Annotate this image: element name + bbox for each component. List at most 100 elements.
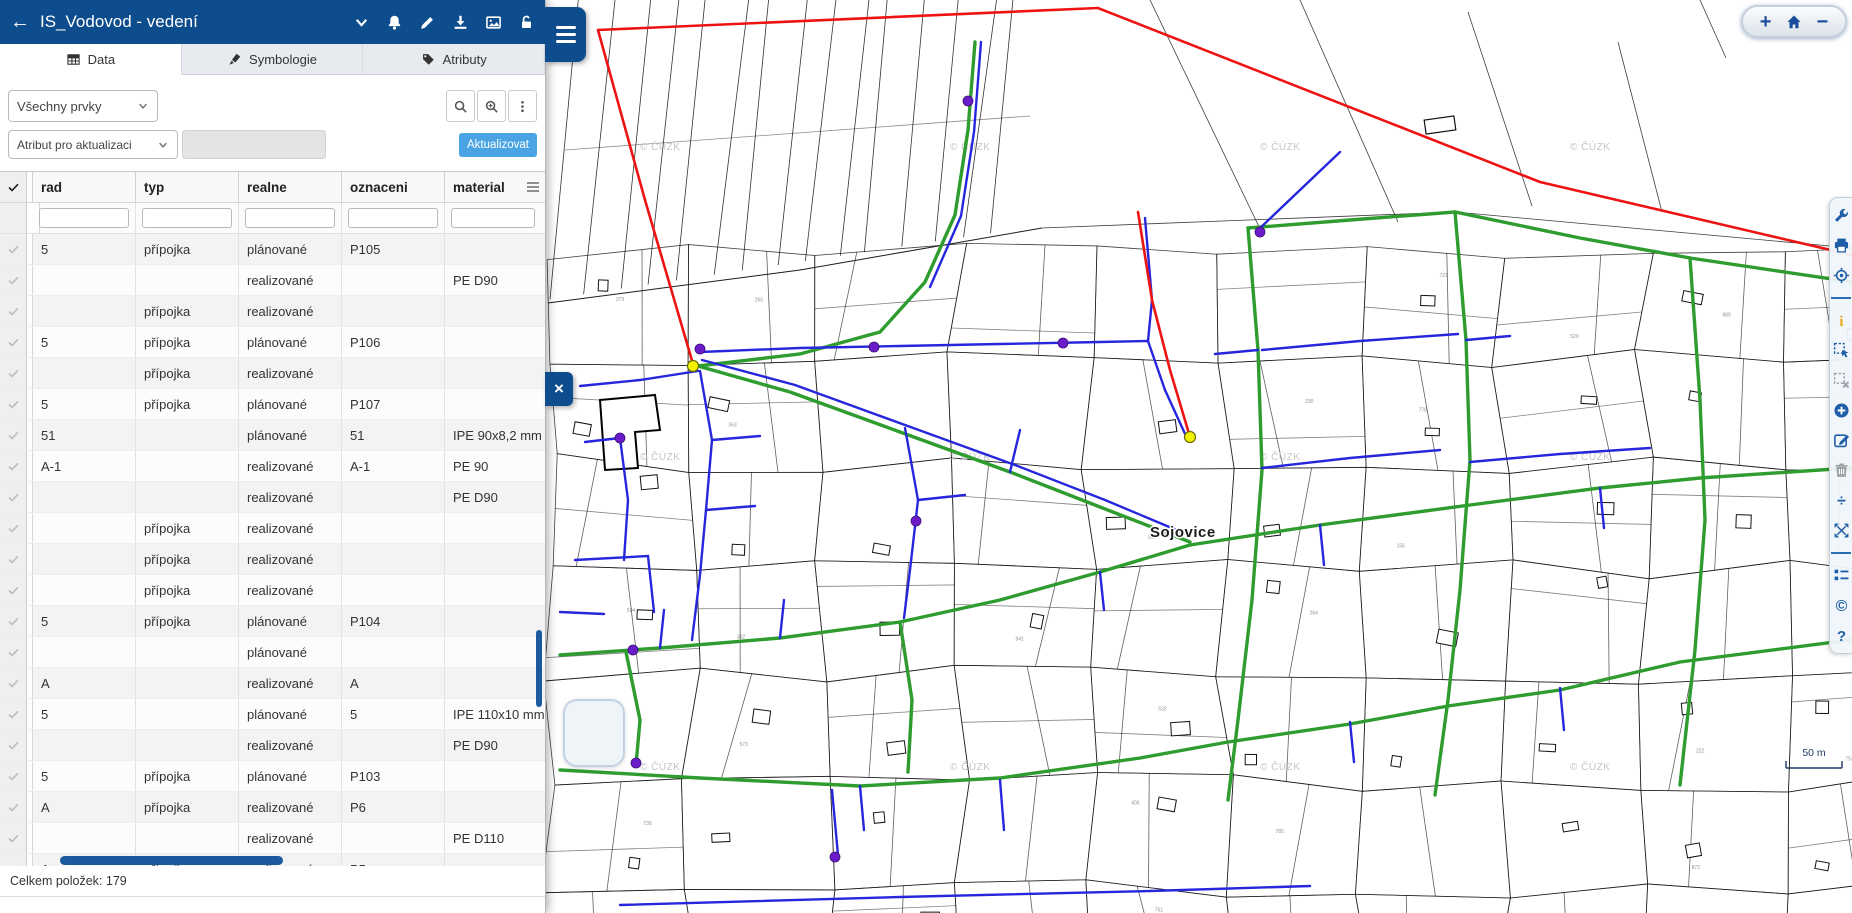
cell-oznaceni[interactable] [342, 358, 445, 388]
cell-material[interactable] [445, 792, 546, 822]
cell-realne[interactable]: realizované [239, 451, 342, 481]
download-icon[interactable] [452, 14, 469, 31]
cell-typ[interactable]: přípojka [136, 513, 239, 543]
search-button[interactable] [446, 90, 475, 122]
cell-material[interactable] [445, 544, 546, 574]
cell-material[interactable]: PE D90 [445, 265, 546, 295]
row-select-cell[interactable] [0, 792, 27, 822]
target-icon[interactable] [1833, 267, 1850, 284]
cell-typ[interactable] [136, 451, 239, 481]
cell-typ[interactable]: přípojka [136, 544, 239, 574]
cell-realne[interactable]: plánované [239, 389, 342, 419]
column-header-typ[interactable]: typ [136, 172, 239, 202]
attribute-value-input[interactable] [182, 130, 326, 159]
table-row[interactable]: přípojka realizované [0, 358, 546, 389]
cell-typ[interactable]: přípojka [136, 327, 239, 357]
cell-oznaceni[interactable]: P6 [342, 792, 445, 822]
cell-typ[interactable] [136, 637, 239, 667]
cell-oznaceni[interactable] [342, 575, 445, 605]
menu-button[interactable] [545, 7, 586, 62]
table-row[interactable]: přípojka realizované [0, 513, 546, 544]
cell-rad[interactable]: 5 [33, 234, 136, 264]
row-select-cell[interactable] [0, 637, 27, 667]
more-options-button[interactable] [508, 90, 537, 122]
cell-material[interactable]: IPE 110x10 mm [445, 699, 546, 729]
bell-icon[interactable] [386, 14, 403, 31]
tab-symbologie[interactable]: Symbologie [182, 44, 364, 74]
cell-oznaceni[interactable]: P105 [342, 234, 445, 264]
cell-realne[interactable]: realizované [239, 730, 342, 760]
cell-rad[interactable]: 5 [33, 761, 136, 791]
cell-rad[interactable]: 5 [33, 606, 136, 636]
cell-realne[interactable]: plánované [239, 606, 342, 636]
column-header-oznaceni[interactable]: oznaceni [342, 172, 445, 202]
row-select-cell[interactable] [0, 823, 27, 853]
cell-material[interactable]: PE 90 [445, 451, 546, 481]
cell-rad[interactable] [33, 513, 136, 543]
zoom-out-icon[interactable]: − [1817, 12, 1829, 32]
table-row[interactable]: A-1 realizované A-1 PE 90 [0, 451, 546, 482]
cell-oznaceni[interactable] [342, 296, 445, 326]
column-header-realne[interactable]: realne [239, 172, 342, 202]
table-row[interactable]: 5 plánované 5 IPE 110x10 mm [0, 699, 546, 730]
pencil-icon[interactable] [419, 14, 436, 31]
column-header-rad[interactable]: rad [33, 172, 136, 202]
table-row[interactable]: A přípojka realizované P6 [0, 792, 546, 823]
divide-icon[interactable]: ÷ [1833, 492, 1850, 509]
horizontal-scrollbar-thumb[interactable] [60, 856, 283, 865]
row-select-cell[interactable] [0, 761, 27, 791]
row-select-cell[interactable] [0, 358, 27, 388]
cell-realne[interactable]: realizované [239, 575, 342, 605]
cell-oznaceni[interactable] [342, 513, 445, 543]
table-row[interactable]: přípojka realizované [0, 544, 546, 575]
cell-realne[interactable]: plánované [239, 327, 342, 357]
back-button[interactable]: ← [0, 11, 40, 34]
network-nodes[interactable] [615, 96, 1265, 862]
cell-material[interactable] [445, 513, 546, 543]
expand-icon[interactable] [1833, 522, 1850, 539]
row-select-cell[interactable] [0, 513, 27, 543]
cell-rad[interactable] [33, 544, 136, 574]
row-select-cell[interactable] [0, 730, 27, 760]
cell-oznaceni[interactable]: P106 [342, 327, 445, 357]
cell-rad[interactable] [33, 575, 136, 605]
cell-typ[interactable]: přípojka [136, 761, 239, 791]
cell-material[interactable]: PE D90 [445, 730, 546, 760]
cell-oznaceni[interactable] [342, 265, 445, 295]
zoom-search-button[interactable] [477, 90, 506, 122]
cell-rad[interactable]: 51 [33, 420, 136, 450]
checklist-icon[interactable] [1833, 567, 1850, 584]
cell-realne[interactable]: plánované [239, 637, 342, 667]
table-row[interactable]: realizované PE D90 [0, 265, 546, 296]
cell-material[interactable] [445, 358, 546, 388]
cell-rad[interactable] [33, 730, 136, 760]
filter-input-oznaceni[interactable] [348, 208, 438, 228]
info-icon[interactable]: i [1833, 312, 1850, 329]
row-select-cell[interactable] [0, 265, 27, 295]
row-select-cell[interactable] [0, 575, 27, 605]
row-select-cell[interactable] [0, 544, 27, 574]
map-canvas[interactable]: 3739485047384322653633825734339415665324… [545, 0, 1852, 913]
image-icon[interactable] [485, 14, 502, 31]
trash-icon[interactable] [1833, 462, 1850, 479]
cell-typ[interactable]: přípojka [136, 792, 239, 822]
cell-rad[interactable] [33, 358, 136, 388]
cell-oznaceni[interactable] [342, 637, 445, 667]
select-remove-icon[interactable] [1833, 372, 1850, 389]
cell-realne[interactable]: realizované [239, 792, 342, 822]
table-row[interactable]: 5 přípojka plánované P105 [0, 234, 546, 265]
cell-rad[interactable]: A [33, 668, 136, 698]
cell-material[interactable]: PE D110 [445, 823, 546, 853]
cell-typ[interactable] [136, 699, 239, 729]
column-menu-icon[interactable] [525, 179, 541, 195]
table-row[interactable]: realizované PE D90 [0, 730, 546, 761]
cell-realne[interactable]: realizované [239, 668, 342, 698]
cell-typ[interactable]: přípojka [136, 296, 239, 326]
cell-material[interactable]: PE D90 [445, 482, 546, 512]
panel-collapse-button[interactable]: × [545, 372, 573, 406]
cell-typ[interactable] [136, 482, 239, 512]
cell-typ[interactable]: přípojka [136, 234, 239, 264]
cell-typ[interactable]: přípojka [136, 606, 239, 636]
row-select-cell[interactable] [0, 606, 27, 636]
tab-data[interactable]: Data [0, 44, 182, 75]
